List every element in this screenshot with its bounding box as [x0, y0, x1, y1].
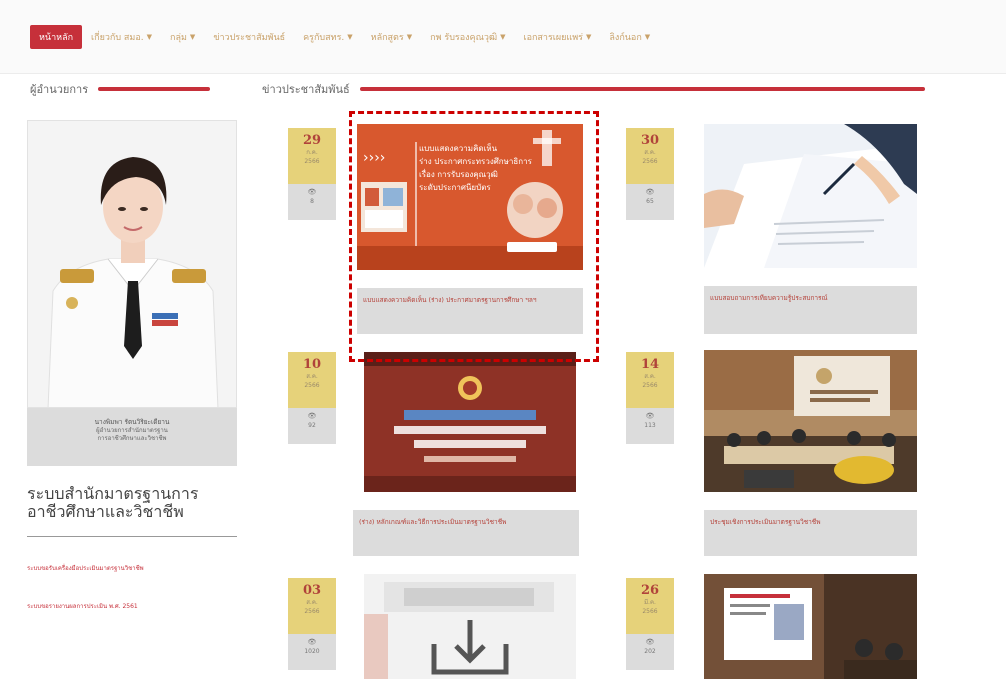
- nav-item[interactable]: หลักสูตร ▼: [362, 25, 421, 49]
- nav-item-label: ครูกับสทร.: [303, 33, 345, 43]
- news-year: 2566: [642, 158, 658, 165]
- poster-line: เรื่อง การรับรองคุณวุฒิ: [419, 170, 498, 179]
- nav-item[interactable]: ลิงก์นอก ▼: [600, 25, 659, 49]
- news-views: 65: [646, 198, 654, 205]
- news-month: ก.ค.: [306, 149, 318, 156]
- news-caption[interactable]: แบบสอบถามการเทียบความรู้ประสบการณ์: [704, 286, 917, 334]
- executive-name: นางพิมพา รัตนวิริยะเดียาน: [94, 418, 170, 426]
- news-date-box: 26 มี.ค. 2566 👁 202: [626, 578, 674, 670]
- executive-position: ผู้อำนวยการสำนักมาตรฐาน: [96, 427, 168, 434]
- news-date-box: 14 ส.ค. 2566 👁 113: [626, 352, 674, 444]
- nav-item-label: ข่าวประชาสัมพันธ์: [213, 33, 286, 43]
- news-image-meeting-screen[interactable]: [364, 352, 576, 492]
- news-image-download[interactable]: [364, 574, 576, 679]
- news-date-box: 10 ส.ค. 2566 👁 92: [288, 352, 336, 444]
- office-system-title: ระบบสำนักมาตรฐานการอาชีวศึกษาและวิชาชีพ: [27, 484, 199, 521]
- top-navigation: หน้าหลัก เกี่ยวกับ สมอ. ▼ กลุ่ม ▼ ข่าวประชาสั…: [0, 0, 1006, 74]
- news-image-presentation[interactable]: [704, 574, 917, 679]
- news-year: 2566: [642, 608, 658, 615]
- nav-item[interactable]: ข่าวประชาสัมพันธ์: [204, 25, 294, 49]
- nav-item[interactable]: หน้าหลัก: [30, 25, 83, 49]
- poster-headline: แบบแสดงความคิดเห็น: [419, 144, 498, 153]
- eye-icon: 👁: [307, 638, 317, 646]
- news-image-signing[interactable]: [704, 124, 917, 268]
- news-month: ส.ค.: [306, 373, 318, 380]
- news-date-box: 03 ส.ค. 2566 👁 1020: [288, 578, 336, 670]
- news-month: ส.ค.: [306, 599, 318, 606]
- nav-item-label: ลิงก์นอก: [609, 33, 642, 43]
- eye-icon: 👁: [307, 412, 317, 420]
- side-link-report[interactable]: ระบบขอรายงานผลการประเมิน พ.ศ. 2561: [27, 601, 138, 611]
- news-views: 113: [644, 422, 656, 429]
- eye-icon: 👁: [307, 188, 317, 196]
- news-section-header: ข่าวประชาสัมพันธ์: [262, 81, 925, 97]
- news-date-box: 29 ก.ค. 2566 👁 8: [288, 128, 336, 220]
- nav-item-label: กลุ่ม: [170, 33, 187, 43]
- news-month: ส.ค.: [644, 373, 656, 380]
- caret-down-icon: ▼: [347, 33, 353, 41]
- nav-item-label: หลักสูตร: [370, 33, 404, 43]
- executive-position: การอาชีวศึกษาและวิชาชีพ: [97, 435, 167, 442]
- caret-down-icon: ▼: [586, 33, 592, 41]
- caret-down-icon: ▼: [644, 33, 651, 41]
- news-year: 2566: [304, 382, 320, 389]
- news-year: 2566: [642, 382, 658, 389]
- executive-caption: นางพิมพา รัตนวิริยะเดียาน ผู้อำนวยการสำน…: [27, 408, 237, 466]
- news-day: 26: [640, 583, 660, 598]
- news-views: 8: [310, 198, 314, 205]
- poster-line: ร่าง ประกาศกระทรวงศึกษาธิการ: [419, 157, 532, 166]
- divider: [27, 536, 237, 537]
- news-day: 30: [640, 133, 660, 148]
- caret-down-icon: ▼: [500, 33, 506, 41]
- news-caption[interactable]: (ร่าง) หลักเกณฑ์และวิธีการประเมินมาตรฐาน…: [353, 510, 579, 556]
- nav-item[interactable]: กพ รับรองคุณวุฒิ ▼: [421, 25, 514, 49]
- news-year: 2566: [304, 608, 320, 615]
- section-divider: [359, 87, 925, 91]
- nav-item[interactable]: กลุ่ม ▼: [161, 25, 204, 49]
- executive-section-header: ผู้อำนวยการ: [30, 81, 211, 97]
- news-section-title: ข่าวประชาสัมพันธ์: [262, 83, 350, 96]
- svg-text:››››: ››››: [363, 150, 385, 166]
- nav-item[interactable]: เอกสารเผยแพร่ ▼: [515, 25, 601, 49]
- news-views: 92: [308, 422, 316, 429]
- side-link-tool-request[interactable]: ระบบขอรับเครื่องมือประเมินมาตรฐานวิชาชีพ: [27, 563, 144, 573]
- nav-item-label: เกี่ยวกับ สมอ.: [91, 33, 144, 43]
- news-day: 03: [302, 583, 322, 598]
- caret-down-icon: ▼: [406, 33, 413, 41]
- nav-item[interactable]: ครูกับสทร. ▼: [294, 25, 362, 49]
- news-views: 1020: [304, 648, 320, 655]
- nav-menu: หน้าหลัก เกี่ยวกับ สมอ. ▼ กลุ่ม ▼ ข่าวประชาสั…: [30, 25, 659, 49]
- nav-item-label: หน้าหลัก: [39, 33, 74, 43]
- poster-line: ระดับประกาศนียบัตร: [419, 183, 491, 192]
- news-image-poster[interactable]: ›››› แบบแสดงความคิดเห็น ร่าง ประกาศกระทร…: [357, 124, 583, 270]
- news-day: 29: [302, 133, 322, 148]
- news-month: มี.ค.: [644, 599, 656, 606]
- news-date-box: 30 ส.ค. 2566 👁 65: [626, 128, 674, 220]
- eye-icon: 👁: [645, 188, 655, 196]
- section-divider: [98, 87, 211, 91]
- news-views: 202: [644, 648, 656, 655]
- nav-item-label: กพ รับรองคุณวุฒิ: [430, 33, 498, 43]
- nav-item-label: เอกสารเผยแพร่: [523, 33, 584, 43]
- news-year: 2566: [304, 158, 320, 165]
- news-caption[interactable]: แบบแสดงความคิดเห็น (ร่าง) ประกาศมาตรฐานก…: [357, 288, 583, 334]
- eye-icon: 👁: [645, 638, 655, 646]
- caret-down-icon: ▼: [146, 33, 153, 41]
- news-caption[interactable]: ประชุมเชิงการประเมินมาตรฐานวิชาชีพ: [704, 510, 917, 556]
- executive-photo: [27, 120, 237, 408]
- eye-icon: 👁: [645, 412, 655, 420]
- caret-down-icon: ▼: [189, 33, 196, 41]
- news-month: ส.ค.: [644, 149, 656, 156]
- news-image-meeting-room[interactable]: [704, 350, 917, 492]
- news-day: 10: [302, 357, 322, 372]
- executive-section-title: ผู้อำนวยการ: [30, 83, 89, 96]
- nav-item[interactable]: เกี่ยวกับ สมอ. ▼: [82, 25, 161, 49]
- news-day: 14: [640, 357, 660, 372]
